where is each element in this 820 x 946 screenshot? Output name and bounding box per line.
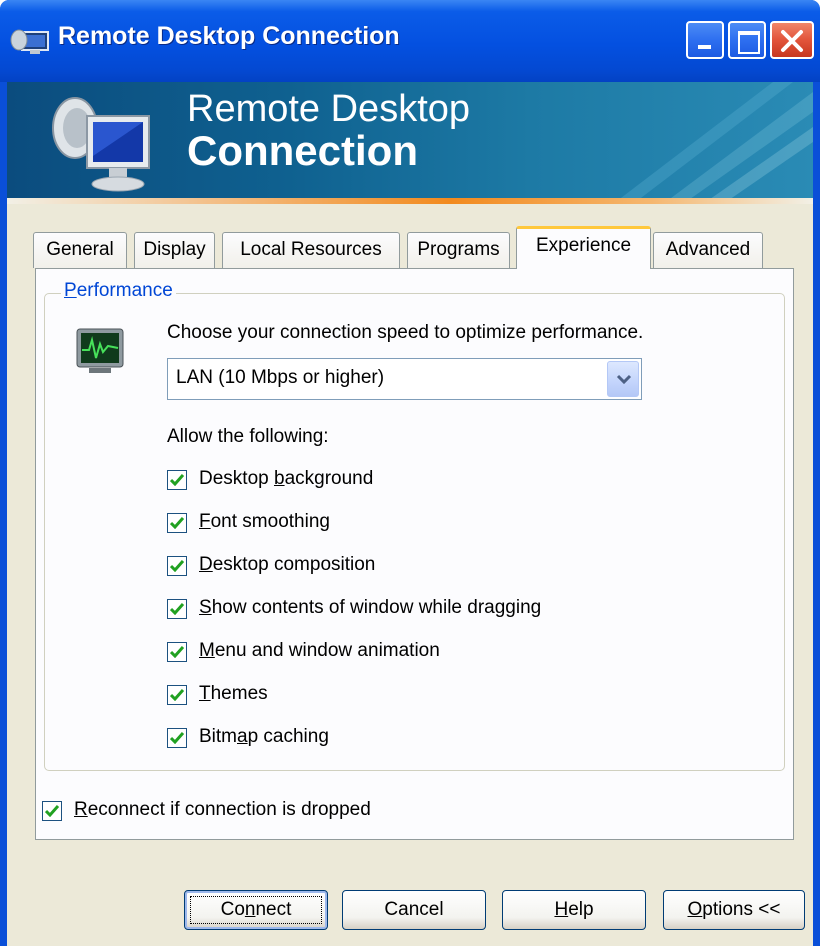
banner-title-line1: Remote Desktop (187, 88, 471, 130)
maximize-button[interactable] (728, 21, 766, 59)
window-title: Remote Desktop Connection (58, 22, 400, 50)
dropdown-arrow-button[interactable] (607, 361, 639, 397)
checkmark-icon (170, 603, 184, 615)
tab-advanced[interactable]: Advanced (653, 232, 763, 268)
minimize-button[interactable] (686, 21, 724, 59)
close-button[interactable] (770, 21, 814, 59)
checkmark-icon (170, 689, 184, 701)
reconnect-label[interactable]: Reconnect if connection is dropped (74, 799, 371, 821)
banner-decoration (613, 82, 813, 204)
performance-group-title: Performance (61, 280, 176, 302)
banner-accent-bar (7, 198, 813, 204)
menu-animation-label[interactable]: Menu and window animation (199, 640, 440, 662)
font-smoothing-checkbox[interactable] (167, 513, 187, 533)
header-banner: Remote Desktop Connection (7, 82, 813, 204)
font-smoothing-label[interactable]: Font smoothing (199, 511, 330, 533)
allow-following-label: Allow the following: (167, 426, 329, 447)
chevron-down-icon (616, 374, 632, 385)
checkmark-icon (170, 646, 184, 658)
tab-general[interactable]: General (33, 232, 127, 268)
experience-tab-panel: Performance Choose your connection speed… (35, 268, 794, 840)
bitmap-caching-checkbox[interactable] (167, 728, 187, 748)
connect-button[interactable]: Connect (184, 890, 328, 930)
rdc-window: Remote Desktop Connection Remote Desktop… (0, 0, 820, 946)
performance-monitor-icon (76, 328, 124, 373)
desktop-composition-label[interactable]: Desktop composition (199, 554, 375, 576)
checkmark-icon (170, 517, 184, 529)
title-bar[interactable]: Remote Desktop Connection (0, 0, 820, 82)
desktop-composition-checkbox[interactable] (167, 556, 187, 576)
themes-checkbox[interactable] (167, 685, 187, 705)
bitmap-caching-label[interactable]: Bitmap caching (199, 726, 329, 748)
cancel-button[interactable]: Cancel (342, 890, 486, 930)
checkmark-icon (170, 560, 184, 572)
checkmark-icon (170, 732, 184, 744)
tab-local-resources[interactable]: Local Resources (222, 232, 400, 268)
tab-programs[interactable]: Programs (407, 232, 510, 268)
desktop-background-checkbox[interactable] (167, 470, 187, 490)
client-area: Remote Desktop Connection General Displa… (7, 82, 813, 946)
close-icon (781, 30, 803, 52)
rdc-logo-icon (52, 97, 150, 192)
checkmark-icon (45, 805, 59, 817)
show-window-contents-checkbox[interactable] (167, 599, 187, 619)
reconnect-checkbox[interactable] (42, 801, 62, 821)
themes-label[interactable]: Themes (199, 683, 268, 705)
tab-display[interactable]: Display (134, 232, 215, 268)
connection-speed-value: LAN (10 Mbps or higher) (176, 367, 385, 388)
help-button[interactable]: Help (502, 890, 646, 930)
menu-animation-checkbox[interactable] (167, 642, 187, 662)
checkmark-icon (170, 474, 184, 486)
performance-group: Performance Choose your connection speed… (44, 280, 785, 771)
performance-prompt: Choose your connection speed to optimize… (167, 322, 644, 343)
focus-rectangle (190, 896, 322, 924)
banner-title-line2: Connection (187, 127, 418, 174)
options-button[interactable]: Options << (663, 890, 805, 930)
rdc-app-icon (10, 29, 49, 54)
tab-experience[interactable]: Experience (516, 226, 651, 269)
show-window-contents-label[interactable]: Show contents of window while dragging (199, 597, 541, 619)
connection-speed-select[interactable]: LAN (10 Mbps or higher) (167, 358, 642, 400)
desktop-background-label[interactable]: Desktop background (199, 468, 373, 490)
